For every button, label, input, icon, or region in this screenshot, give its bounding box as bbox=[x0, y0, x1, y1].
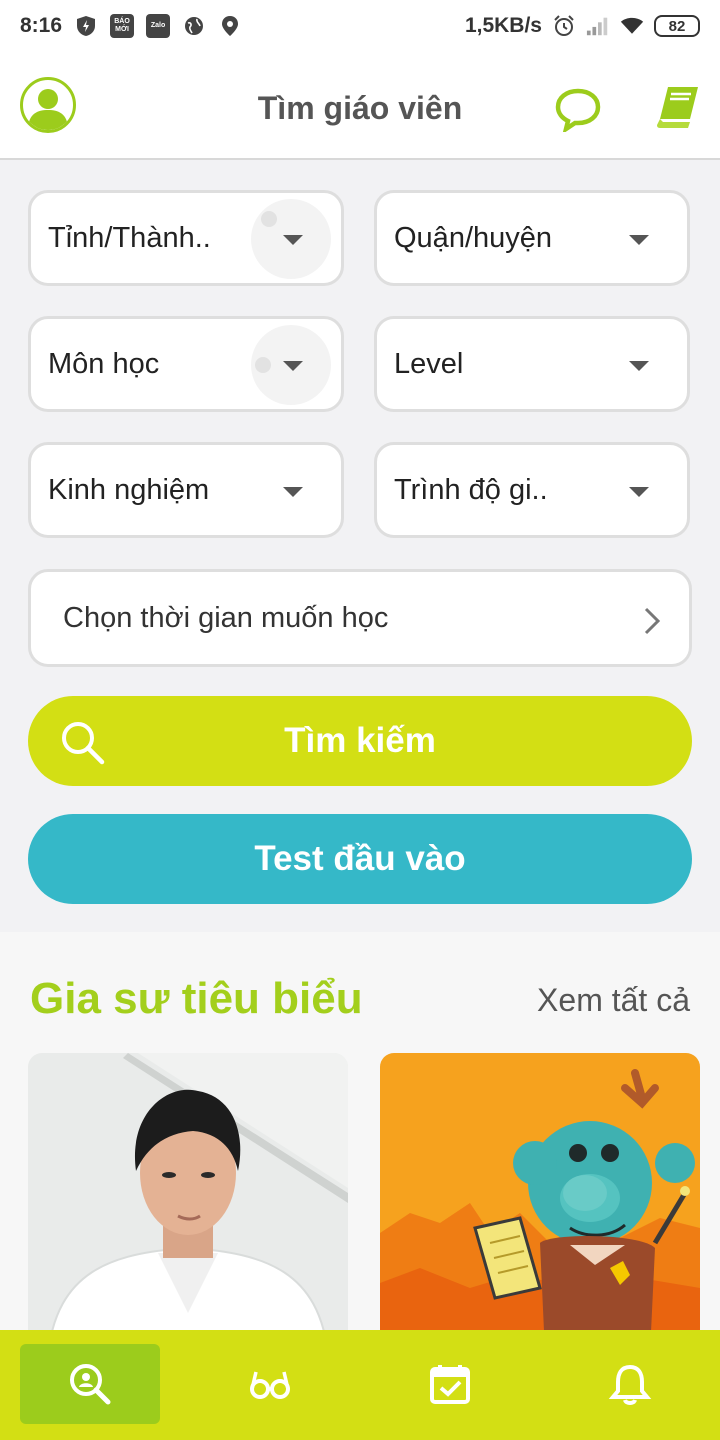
chevron-down-icon bbox=[629, 235, 649, 245]
experience-label: Kinh nghiệm bbox=[48, 473, 210, 506]
shield-bolt-icon bbox=[74, 14, 98, 38]
tutor-card[interactable] bbox=[28, 1053, 348, 1330]
touch-ripple-dot bbox=[261, 211, 277, 227]
nav-glasses[interactable] bbox=[200, 1344, 340, 1424]
featured-tutors-section: Gia sư tiêu biểu Xem tất cả bbox=[0, 932, 720, 1330]
mascot-illustration bbox=[380, 1053, 700, 1330]
status-bar: 8:16 BÁO MỚI Zalo 1,5KB/s 82 bbox=[0, 0, 720, 52]
calendar-check-icon bbox=[430, 1365, 470, 1404]
section-title: Gia sư tiêu biểu bbox=[30, 974, 363, 1023]
level-dropdown[interactable]: Level bbox=[374, 316, 690, 412]
tutor-card[interactable] bbox=[380, 1053, 700, 1330]
nav-calendar[interactable] bbox=[380, 1344, 520, 1424]
alarm-icon bbox=[552, 14, 576, 38]
qualification-dropdown[interactable]: Trình độ gi.. bbox=[374, 442, 690, 538]
experience-dropdown[interactable]: Kinh nghiệm bbox=[28, 442, 344, 538]
time-select-row[interactable]: Chọn thời gian muốn học bbox=[28, 569, 692, 667]
app-header: Tìm giáo viên bbox=[0, 52, 720, 160]
zalo-icon: Zalo bbox=[146, 14, 171, 38]
entry-test-label: Test đầu vào bbox=[254, 839, 466, 878]
nav-notifications[interactable] bbox=[560, 1344, 700, 1424]
filter-panel: Tỉnh/Thành.. Quận/huyện Môn học Level Ki… bbox=[0, 162, 720, 932]
status-time: 8:16 bbox=[20, 14, 63, 37]
district-label: Quận/huyện bbox=[394, 221, 553, 254]
chevron-down-icon bbox=[283, 361, 303, 371]
globe-icon bbox=[182, 14, 206, 38]
chevron-down-icon bbox=[283, 487, 303, 497]
tutor-photo bbox=[28, 1053, 348, 1330]
district-dropdown[interactable]: Quận/huyện bbox=[374, 190, 690, 286]
chevron-down-icon bbox=[629, 361, 649, 371]
province-label: Tỉnh/Thành.. bbox=[48, 221, 211, 254]
level-label: Level bbox=[394, 347, 464, 380]
subject-dropdown[interactable]: Môn học bbox=[28, 316, 344, 412]
signal-icon bbox=[586, 14, 610, 38]
nav-search-teacher[interactable] bbox=[20, 1344, 160, 1424]
search-teacher-icon bbox=[70, 1364, 111, 1405]
time-select-label: Chọn thời gian muốn học bbox=[63, 601, 389, 634]
search-button-label: Tìm kiếm bbox=[284, 721, 436, 760]
location-icon bbox=[218, 14, 242, 38]
entry-test-button[interactable]: Test đầu vào bbox=[28, 814, 692, 904]
search-button[interactable]: Tìm kiếm bbox=[28, 696, 692, 786]
glasses-icon bbox=[250, 1371, 290, 1399]
touch-ripple-dot bbox=[255, 357, 271, 373]
wifi-icon bbox=[620, 14, 644, 38]
subject-label: Môn học bbox=[48, 347, 160, 380]
province-dropdown[interactable]: Tỉnh/Thành.. bbox=[28, 190, 344, 286]
page-title: Tìm giáo viên bbox=[257, 90, 463, 126]
book-icon[interactable] bbox=[654, 84, 700, 130]
bottom-nav bbox=[0, 1330, 720, 1440]
network-speed: 1,5KB/s bbox=[464, 14, 542, 37]
see-all-link[interactable]: Xem tất cả bbox=[537, 982, 690, 1019]
chevron-right-icon bbox=[641, 606, 663, 636]
bell-icon bbox=[608, 1364, 652, 1405]
chevron-down-icon bbox=[283, 235, 303, 245]
battery-icon: 82 bbox=[654, 15, 700, 37]
search-icon bbox=[58, 718, 106, 766]
baomoi-icon: BÁO MỚI bbox=[110, 14, 135, 38]
chat-icon[interactable] bbox=[554, 88, 602, 135]
chevron-down-icon bbox=[629, 487, 649, 497]
qualification-label: Trình độ gi.. bbox=[394, 473, 548, 506]
